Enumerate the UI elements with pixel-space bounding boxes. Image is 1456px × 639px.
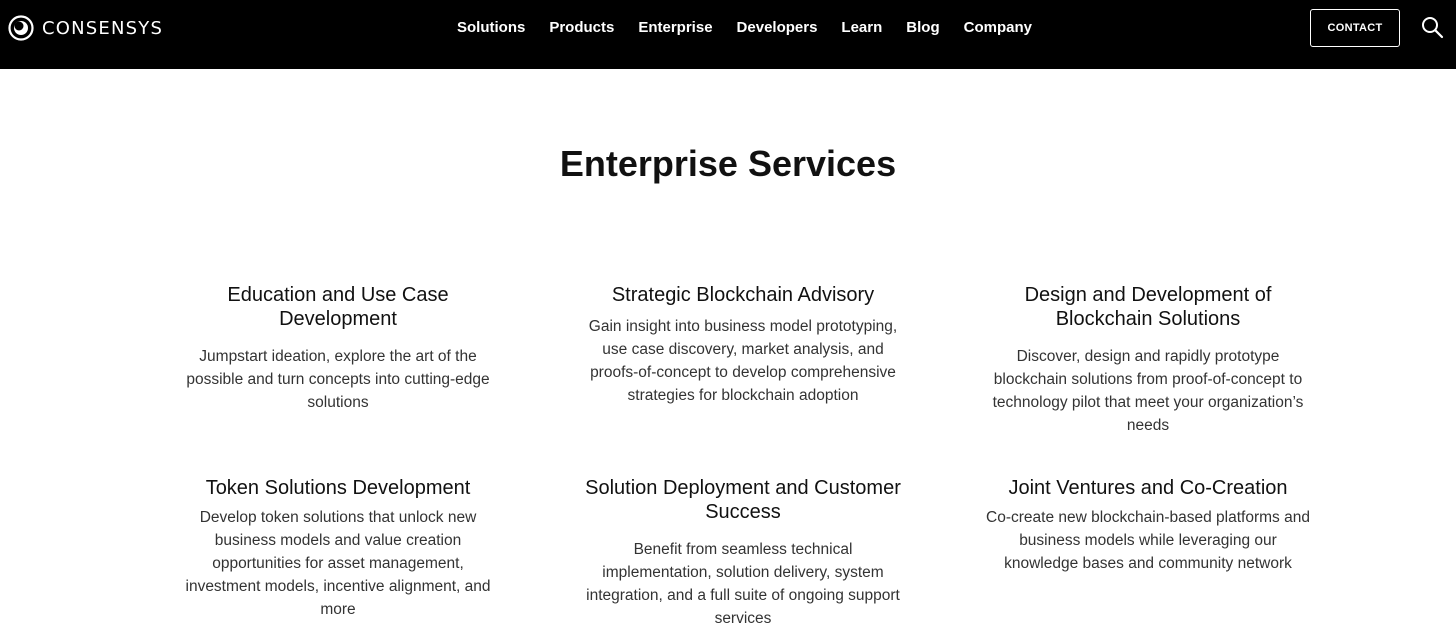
service-title: Token Solutions Development xyxy=(205,477,471,499)
main-nav: Solutions Products Enterprise Developers… xyxy=(445,18,1044,38)
nav-item-learn[interactable]: Learn xyxy=(841,18,882,38)
service-title: Joint Ventures and Co-Creation xyxy=(1008,477,1288,499)
page-title: Enterprise Services xyxy=(559,143,897,184)
nav-item-enterprise[interactable]: Enterprise xyxy=(638,18,712,38)
nav-item-products[interactable]: Products xyxy=(549,18,614,38)
service-card: Education and Use Case Development Jumps… xyxy=(185,283,491,414)
nav-item-developers[interactable]: Developers xyxy=(737,18,818,38)
service-description: Develop token solutions that unlock new … xyxy=(185,509,491,618)
service-card: Strategic Blockchain Advisory Gain insig… xyxy=(578,283,908,407)
nav-item-blog[interactable]: Blog xyxy=(906,18,939,38)
search-icon[interactable] xyxy=(1420,15,1444,39)
service-card: Design and Development of Blockchain Sol… xyxy=(985,283,1311,437)
service-card: Joint Ventures and Co-Creation Co-create… xyxy=(985,476,1311,575)
service-description: Co-create new blockchain-based platforms… xyxy=(986,509,1310,572)
service-title: Education and Use Case Development xyxy=(227,284,449,330)
service-description: Discover, design and rapidly prototype b… xyxy=(992,348,1304,434)
service-description: Gain insight into business model prototy… xyxy=(588,318,898,404)
service-card: Solution Deployment and Customer Success… xyxy=(584,476,902,630)
service-description: Jumpstart ideation, explore the art of t… xyxy=(186,348,490,411)
contact-button[interactable]: CONTACT xyxy=(1310,9,1400,47)
service-title: Solution Deployment and Customer Success xyxy=(585,477,901,523)
brand-name: CONSENSYS xyxy=(42,17,164,39)
service-title: Design and Development of Blockchain Sol… xyxy=(1024,284,1272,330)
nav-item-company[interactable]: Company xyxy=(964,18,1032,38)
service-title: Strategic Blockchain Advisory xyxy=(611,284,875,306)
service-card: Token Solutions Development Develop toke… xyxy=(185,476,491,621)
consensys-logo-icon xyxy=(8,15,34,41)
brand-logo[interactable]: CONSENSYS xyxy=(8,14,163,42)
nav-item-solutions[interactable]: Solutions xyxy=(457,18,525,38)
top-navigation-bar: CONSENSYS Solutions Products Enterprise … xyxy=(0,0,1456,69)
service-description: Benefit from seamless technical implemen… xyxy=(586,541,900,627)
